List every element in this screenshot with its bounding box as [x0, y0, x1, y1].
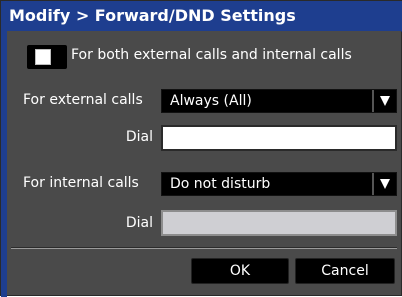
internal-calls-selected: Do not disturb — [170, 176, 271, 192]
dialog-titlebar: Modify > Forward/DND Settings — [1, 1, 402, 32]
internal-dial-label: Dial — [125, 215, 153, 231]
both-calls-checkbox[interactable] — [27, 45, 67, 69]
dialog-content — [7, 31, 401, 295]
internal-dial-input — [161, 210, 397, 236]
internal-calls-select[interactable]: Do not disturb — [161, 172, 397, 196]
both-calls-checkbox-label: For both external calls and internal cal… — [71, 47, 352, 63]
external-calls-select[interactable]: Always (All) — [161, 89, 397, 113]
chevron-down-icon[interactable] — [372, 173, 396, 195]
external-calls-selected: Always (All) — [170, 93, 252, 109]
internal-calls-label: For internal calls — [23, 175, 139, 191]
external-dial-label: Dial — [125, 129, 153, 145]
checkbox-box[interactable] — [35, 49, 51, 65]
cancel-button[interactable]: Cancel — [295, 258, 395, 284]
chevron-down-icon[interactable] — [372, 90, 396, 112]
external-dial-input[interactable] — [161, 125, 397, 151]
external-calls-label: For external calls — [23, 92, 143, 108]
ok-button[interactable]: OK — [191, 258, 289, 284]
forward-dnd-dialog: Modify > Forward/DND Settings For both e… — [0, 0, 402, 297]
divider — [11, 247, 397, 249]
dialog-title: Modify > Forward/DND Settings — [9, 6, 296, 25]
